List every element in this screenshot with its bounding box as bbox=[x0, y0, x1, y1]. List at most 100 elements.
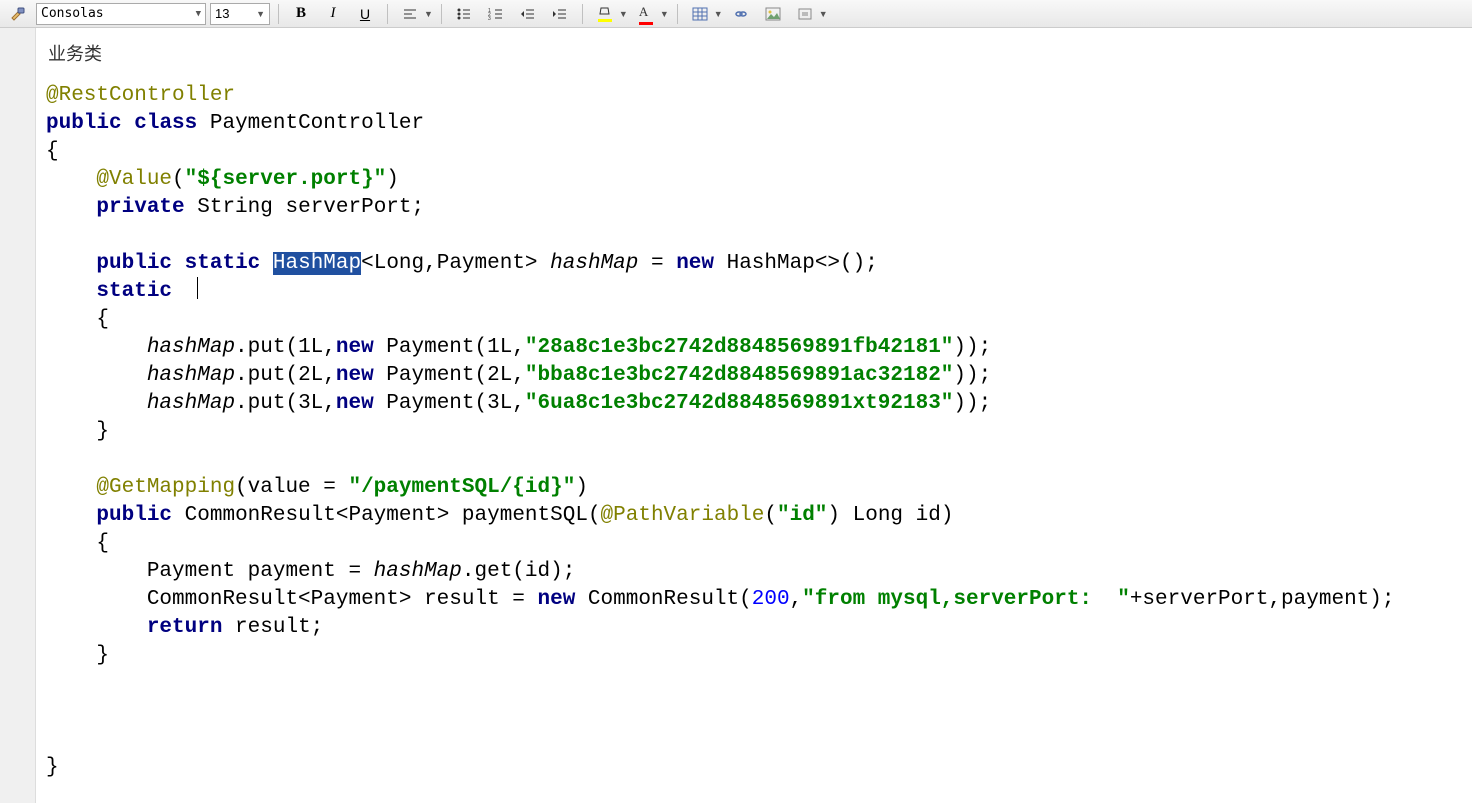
keyword: new bbox=[538, 588, 576, 611]
paren: ) bbox=[575, 476, 588, 499]
format-paintbrush-icon[interactable] bbox=[4, 2, 32, 26]
string: "28a8c1e3bc2742d8848569891fb42181" bbox=[525, 336, 953, 359]
arg: 1L, bbox=[298, 336, 336, 359]
link-icon[interactable] bbox=[727, 2, 755, 26]
insert-object-button[interactable]: ▼ bbox=[791, 2, 828, 26]
chevron-down-icon: ▼ bbox=[819, 9, 828, 19]
string: "from mysql,serverPort: " bbox=[802, 588, 1130, 611]
field: serverPort; bbox=[285, 196, 424, 219]
keyword: new bbox=[676, 252, 714, 275]
unordered-list-icon[interactable] bbox=[450, 2, 478, 26]
ctor: Payment(3L, bbox=[374, 392, 525, 415]
font-size-select[interactable]: 13 ▼ bbox=[210, 3, 270, 25]
keyword: return bbox=[147, 616, 223, 639]
keyword: class bbox=[134, 112, 197, 135]
text-cursor bbox=[197, 277, 198, 299]
field-ref: hashMap bbox=[147, 336, 235, 359]
indent-icon[interactable] bbox=[546, 2, 574, 26]
keyword: public bbox=[96, 252, 172, 275]
end: )); bbox=[953, 336, 991, 359]
separator bbox=[278, 4, 279, 24]
outdent-icon[interactable] bbox=[514, 2, 542, 26]
keyword: static bbox=[185, 252, 261, 275]
ctor: Payment(1L, bbox=[374, 336, 525, 359]
gutter bbox=[0, 28, 36, 803]
string: "${server.port}" bbox=[185, 168, 387, 191]
stmt: .get(id); bbox=[462, 560, 575, 583]
paren: (value = bbox=[235, 476, 348, 499]
paren: ( bbox=[764, 504, 777, 527]
stmt: CommonResult<Payment> result = bbox=[147, 588, 538, 611]
string: "6ua8c1e3bc2742d8848569891xt92183" bbox=[525, 392, 953, 415]
end: )); bbox=[953, 392, 991, 415]
italic-label: I bbox=[331, 5, 336, 22]
underline-button[interactable]: U bbox=[351, 2, 379, 26]
svg-text:3: 3 bbox=[488, 16, 491, 21]
annotation: @PathVariable bbox=[601, 504, 765, 527]
keyword: public bbox=[96, 504, 172, 527]
chevron-down-icon: ▼ bbox=[619, 9, 628, 19]
toolbar: Consolas ▼ 13 ▼ B I U ▼ 123 ▼ A ▼ ▼ ▼ bbox=[0, 0, 1472, 28]
return-type: CommonResult<Payment> bbox=[185, 504, 450, 527]
code-editor[interactable]: 业务类 @RestController public class Payment… bbox=[36, 28, 1472, 803]
separator bbox=[677, 4, 678, 24]
annotation: @Value bbox=[96, 168, 172, 191]
keyword: new bbox=[336, 336, 374, 359]
ordered-list-icon[interactable]: 123 bbox=[482, 2, 510, 26]
brace: } bbox=[46, 756, 59, 779]
string: "id" bbox=[777, 504, 827, 527]
op: = bbox=[638, 252, 676, 275]
image-icon[interactable] bbox=[759, 2, 787, 26]
editor-area: 业务类 @RestController public class Payment… bbox=[0, 28, 1472, 803]
font-color-button[interactable]: A ▼ bbox=[632, 2, 669, 26]
number: 200 bbox=[752, 588, 790, 611]
method-name: paymentSQL( bbox=[462, 504, 601, 527]
chevron-down-icon: ▼ bbox=[714, 9, 723, 19]
chevron-down-icon: ▼ bbox=[660, 9, 669, 19]
class-name: PaymentController bbox=[210, 112, 424, 135]
field-ref: hashMap bbox=[147, 392, 235, 415]
brace: { bbox=[46, 140, 59, 163]
font-family-value: Consolas bbox=[41, 6, 104, 21]
separator bbox=[387, 4, 388, 24]
brace: } bbox=[96, 644, 109, 667]
call: .put( bbox=[235, 336, 298, 359]
stmt: result; bbox=[222, 616, 323, 639]
brace: { bbox=[96, 308, 109, 331]
keyword: new bbox=[336, 392, 374, 415]
bold-button[interactable]: B bbox=[287, 2, 315, 26]
chevron-down-icon: ▼ bbox=[196, 9, 201, 19]
arg: 3L, bbox=[298, 392, 336, 415]
separator bbox=[582, 4, 583, 24]
paren: ( bbox=[172, 168, 185, 191]
annotation: @GetMapping bbox=[96, 476, 235, 499]
ctor: Payment(2L, bbox=[374, 364, 525, 387]
keyword: new bbox=[336, 364, 374, 387]
bold-label: B bbox=[296, 5, 306, 22]
ctor: HashMap<>(); bbox=[714, 252, 878, 275]
comma: , bbox=[790, 588, 803, 611]
arg: 2L, bbox=[298, 364, 336, 387]
stmt: Payment payment = bbox=[147, 560, 374, 583]
ctor: CommonResult( bbox=[575, 588, 751, 611]
table-button[interactable]: ▼ bbox=[686, 2, 723, 26]
keyword: private bbox=[96, 196, 184, 219]
generic: <Long,Payment> bbox=[361, 252, 537, 275]
italic-button[interactable]: I bbox=[319, 2, 347, 26]
keyword: public bbox=[46, 112, 122, 135]
call: .put( bbox=[235, 364, 298, 387]
align-button[interactable]: ▼ bbox=[396, 2, 433, 26]
font-family-select[interactable]: Consolas ▼ bbox=[36, 3, 206, 25]
highlight-color-button[interactable]: ▼ bbox=[591, 2, 628, 26]
field: hashMap bbox=[550, 252, 638, 275]
paren: ) bbox=[386, 168, 399, 191]
field-ref: hashMap bbox=[374, 560, 462, 583]
annotation: @RestController bbox=[46, 84, 235, 107]
separator bbox=[441, 4, 442, 24]
call: .put( bbox=[235, 392, 298, 415]
chevron-down-icon: ▼ bbox=[256, 9, 265, 19]
chevron-down-icon: ▼ bbox=[424, 9, 433, 19]
end: )); bbox=[953, 364, 991, 387]
code-content[interactable]: @RestController public class PaymentCont… bbox=[46, 82, 1472, 782]
params: ) Long id) bbox=[827, 504, 953, 527]
